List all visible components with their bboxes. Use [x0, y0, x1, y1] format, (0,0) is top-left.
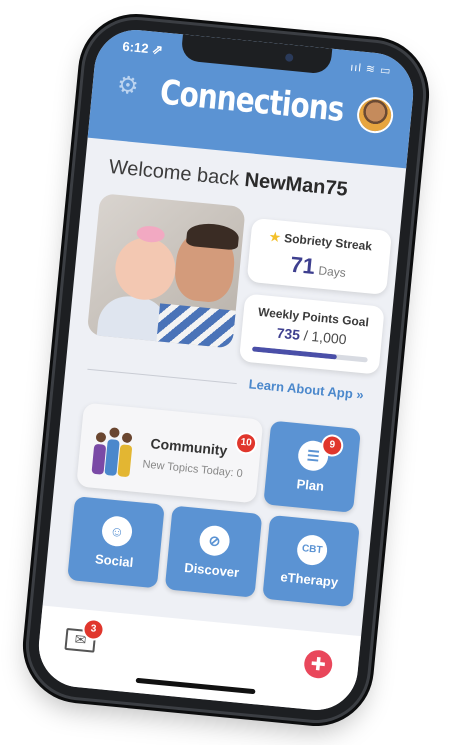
points-current: 735: [275, 324, 301, 343]
discover-tile[interactable]: ⊘ Discover: [164, 505, 263, 598]
learn-about-app-link[interactable]: Learn About App »: [248, 376, 364, 402]
plan-label: Plan: [295, 476, 325, 494]
lifebuoy-icon[interactable]: ✚: [302, 648, 334, 680]
phone-frame: 6:12 ⇗ ııl ≋ ▭ ⚙ Connections Welcome bac…: [24, 15, 428, 725]
plan-tile[interactable]: ☰ 9 Plan: [263, 420, 361, 513]
points-progress-fill: [251, 346, 338, 360]
community-label: Community: [149, 435, 229, 459]
person-head: [95, 431, 107, 443]
social-label: Social: [94, 551, 134, 570]
points-progress-bar: [251, 346, 368, 363]
welcome-prefix: Welcome back: [107, 155, 241, 191]
discover-label: Discover: [183, 559, 240, 581]
person-head: [109, 427, 120, 439]
bottom-bar: ✉ 3 ✚: [35, 605, 362, 714]
etherapy-tile[interactable]: CBT eTherapy: [262, 514, 360, 608]
photo-shirt: [155, 303, 246, 349]
streak-title-text: Sobriety Streak: [283, 231, 373, 254]
mail-badge: 3: [83, 619, 104, 640]
username: NewMan75: [243, 168, 349, 201]
points-goal: 1,000: [310, 328, 348, 348]
page-title: Connections: [158, 72, 346, 130]
sobriety-streak-card[interactable]: ★ Sobriety Streak 71 Days: [246, 217, 393, 295]
star-icon: ★: [268, 229, 281, 245]
photo-man-hair: [185, 221, 240, 251]
divider: [87, 368, 237, 385]
cbt-icon: CBT: [295, 533, 329, 567]
community-subtitle: New Topics Today: 0: [141, 458, 244, 481]
person-head: [121, 432, 133, 444]
weekly-points-card[interactable]: Weekly Points Goal 735 / 1,000: [238, 293, 385, 375]
social-tile[interactable]: ☺ Social: [67, 496, 165, 589]
home-indicator[interactable]: [135, 677, 256, 695]
community-people-icon: [87, 417, 138, 478]
streak-unit: Days: [317, 263, 347, 280]
etherapy-label: eTherapy: [279, 569, 339, 590]
status-icons: ııl ≋ ▭: [349, 61, 392, 78]
streak-value: 71 Days: [247, 248, 389, 287]
person-body: [117, 444, 133, 478]
status-time: 6:12 ⇗: [121, 38, 164, 58]
community-tile[interactable]: Community 10 New Topics Today: 0: [76, 402, 264, 504]
community-badge: 10: [236, 433, 256, 454]
camera: [284, 53, 294, 62]
people-icon: ☺: [100, 514, 134, 548]
family-photo: [86, 193, 246, 349]
app-screen: 6:12 ⇗ ııl ≋ ▭ ⚙ Connections Welcome bac…: [35, 26, 417, 714]
photo-baby-face: [112, 235, 179, 303]
welcome-message: Welcome back NewMan75: [108, 156, 349, 202]
plan-badge: 9: [322, 435, 343, 456]
streak-number: 71: [289, 251, 317, 279]
compass-icon: ⊘: [198, 524, 231, 558]
